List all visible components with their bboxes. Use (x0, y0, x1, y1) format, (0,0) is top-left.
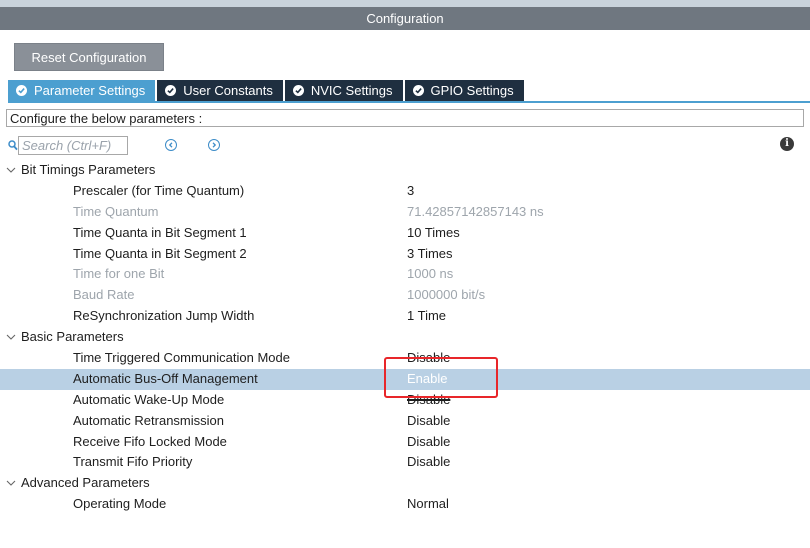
tab-bar: Parameter Settings User Constants NVIC S… (8, 80, 526, 101)
reset-configuration-button[interactable]: Reset Configuration (14, 43, 164, 71)
chevron-down-icon[interactable] (6, 473, 18, 493)
group-advanced-parameters[interactable]: Advanced Parameters (0, 473, 810, 494)
tab-parameter-settings[interactable]: Parameter Settings (8, 80, 156, 101)
group-bit-timings-parameters[interactable]: Bit Timings Parameters (0, 160, 810, 181)
check-circle-icon (292, 85, 304, 96)
param-row-retransmission[interactable]: Automatic Retransmission Disable (0, 411, 810, 432)
tab-label: User Constants (183, 83, 273, 98)
param-row-operating-mode[interactable]: Operating Mode Normal (0, 494, 810, 515)
chevron-down-icon[interactable] (6, 160, 18, 180)
param-row-prescaler[interactable]: Prescaler (for Time Quantum) 3 (0, 181, 810, 202)
param-value[interactable]: Disable (407, 411, 450, 432)
parameter-tree: Bit Timings Parameters Prescaler (for Ti… (0, 160, 810, 515)
param-row-wake-up-mode[interactable]: Automatic Wake-Up Mode Disable (0, 390, 810, 411)
search-input[interactable] (18, 136, 128, 155)
tab-nvic-settings[interactable]: NVIC Settings (284, 80, 403, 101)
check-circle-icon (16, 85, 27, 96)
group-basic-parameters[interactable]: Basic Parameters (0, 327, 810, 348)
param-label: Automatic Wake-Up Mode (73, 391, 225, 407)
chevron-right-circle-icon[interactable] (208, 139, 220, 151)
param-row-transmit-fifo-priority[interactable]: Transmit Fifo Priority Disable (0, 452, 810, 473)
param-row-receive-fifo-locked[interactable]: Receive Fifo Locked Mode Disable (0, 432, 810, 453)
param-label: ReSynchronization Jump Width (73, 308, 255, 324)
param-value[interactable]: 3 (407, 181, 414, 202)
tab-label: GPIO Settings (430, 83, 514, 98)
param-label: Time for one Bit (73, 266, 165, 282)
param-value[interactable]: 1 Time (407, 306, 446, 327)
param-value[interactable]: 3 Times (407, 244, 453, 265)
group-label: Bit Timings Parameters (21, 162, 156, 177)
tab-label: Parameter Settings (34, 83, 146, 98)
param-row-bus-off-management[interactable]: Automatic Bus-Off Management Enable (0, 368, 810, 390)
param-label: Receive Fifo Locked Mode (73, 433, 227, 449)
param-row-bit-segment-2[interactable]: Time Quanta in Bit Segment 2 3 Times (0, 244, 810, 265)
param-label: Prescaler (for Time Quantum) (73, 182, 245, 198)
param-row-time-for-one-bit: Time for one Bit 1000 ns (0, 264, 810, 285)
group-label: Advanced Parameters (21, 475, 150, 491)
group-label: Basic Parameters (21, 329, 124, 345)
param-value[interactable]: Normal (407, 494, 449, 515)
param-row-time-quantum: Time Quantum 71.42857142857143 ns (0, 202, 810, 223)
param-label: Time Triggered Communication Mode (73, 350, 290, 366)
chevron-down-icon[interactable] (6, 327, 18, 347)
param-label: Transmit Fifo Priority (73, 454, 193, 470)
param-value[interactable]: Disable (407, 452, 450, 473)
info-icon[interactable]: i (780, 137, 794, 151)
search-icon[interactable] (8, 139, 18, 154)
param-label: Automatic Retransmission (73, 412, 224, 428)
param-label: Time Quantum (73, 203, 159, 219)
param-value[interactable]: Disable (407, 348, 450, 369)
check-circle-icon (412, 85, 424, 96)
tab-user-constants[interactable]: User Constants (157, 80, 283, 101)
configuration-description: Configure the below parameters : (6, 109, 804, 127)
param-label: Operating Mode (73, 496, 167, 512)
param-value: 1000 ns (407, 266, 454, 282)
tab-gpio-settings[interactable]: GPIO Settings (404, 80, 524, 101)
tab-label: NVIC Settings (310, 83, 393, 98)
tab-underline (8, 101, 810, 103)
param-value[interactable]: Disable (407, 390, 450, 411)
param-row-resync-jump-width[interactable]: ReSynchronization Jump Width 1 Time (0, 306, 810, 327)
param-label: Time Quanta in Bit Segment 2 (73, 245, 247, 261)
param-label: Automatic Bus-Off Management (73, 370, 258, 386)
param-label: Time Quanta in Bit Segment 1 (73, 224, 247, 240)
param-label: Baud Rate (73, 287, 135, 303)
top-strip (0, 0, 810, 7)
param-value: 71.42857142857143 ns (407, 203, 544, 219)
param-row-time-triggered-mode[interactable]: Time Triggered Communication Mode Disabl… (0, 348, 810, 369)
param-value: 1000000 bit/s (407, 287, 486, 303)
search-row: i (8, 136, 803, 156)
window-title: Configuration (0, 7, 810, 30)
param-value[interactable]: Disable (407, 432, 450, 453)
param-row-bit-segment-1[interactable]: Time Quanta in Bit Segment 1 10 Times (0, 223, 810, 244)
param-value[interactable]: 10 Times (407, 223, 460, 244)
param-value[interactable]: Enable (407, 369, 447, 390)
param-row-baud-rate: Baud Rate 1000000 bit/s (0, 285, 810, 306)
chevron-left-circle-icon[interactable] (165, 139, 177, 151)
check-circle-icon (165, 85, 177, 96)
